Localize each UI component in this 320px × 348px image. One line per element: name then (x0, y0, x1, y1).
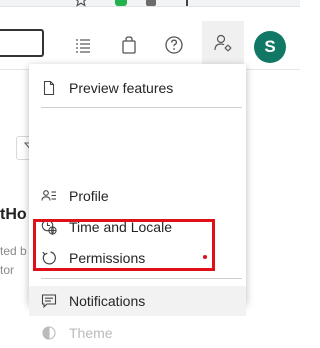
menu-item-theme[interactable]: Theme (29, 318, 246, 348)
page-title-fragment: tHo (0, 206, 27, 223)
annotation-dot (203, 255, 207, 259)
menu-item-preview-features[interactable]: Preview features (29, 73, 246, 103)
menu-item-label: Theme (69, 325, 113, 341)
avatar[interactable]: S (254, 31, 286, 63)
menu-item-label: Notifications (69, 293, 146, 309)
search-input[interactable] (0, 29, 44, 57)
browser-toolbar (0, 0, 300, 7)
menu-item-label: Preview features (69, 80, 174, 96)
menu-item-notifications[interactable]: Notifications (29, 286, 246, 316)
menu-divider (41, 278, 242, 279)
divider (186, 0, 188, 6)
app-header: S (0, 7, 300, 70)
menu-item-profile[interactable]: Profile (29, 181, 246, 211)
document-icon (43, 80, 55, 96)
theme-icon (42, 326, 56, 340)
menu-divider (41, 107, 242, 108)
star-icon[interactable] (74, 0, 88, 7)
user-settings-icon (214, 34, 232, 52)
highlight-box (33, 219, 215, 271)
extension-icon[interactable] (115, 0, 127, 6)
chat-icon (41, 294, 57, 309)
settings-button[interactable] (202, 21, 244, 69)
avatar-initial: S (264, 37, 276, 56)
help-icon[interactable] (164, 35, 184, 55)
page-text-fragment: ted b (0, 244, 27, 258)
extension-icon[interactable] (146, 0, 156, 6)
bag-icon[interactable] (119, 35, 139, 55)
menu-item-label: Profile (69, 188, 109, 204)
profile-icon (41, 190, 56, 201)
list-icon[interactable] (73, 35, 93, 55)
page-text-fragment: tor (0, 263, 15, 277)
